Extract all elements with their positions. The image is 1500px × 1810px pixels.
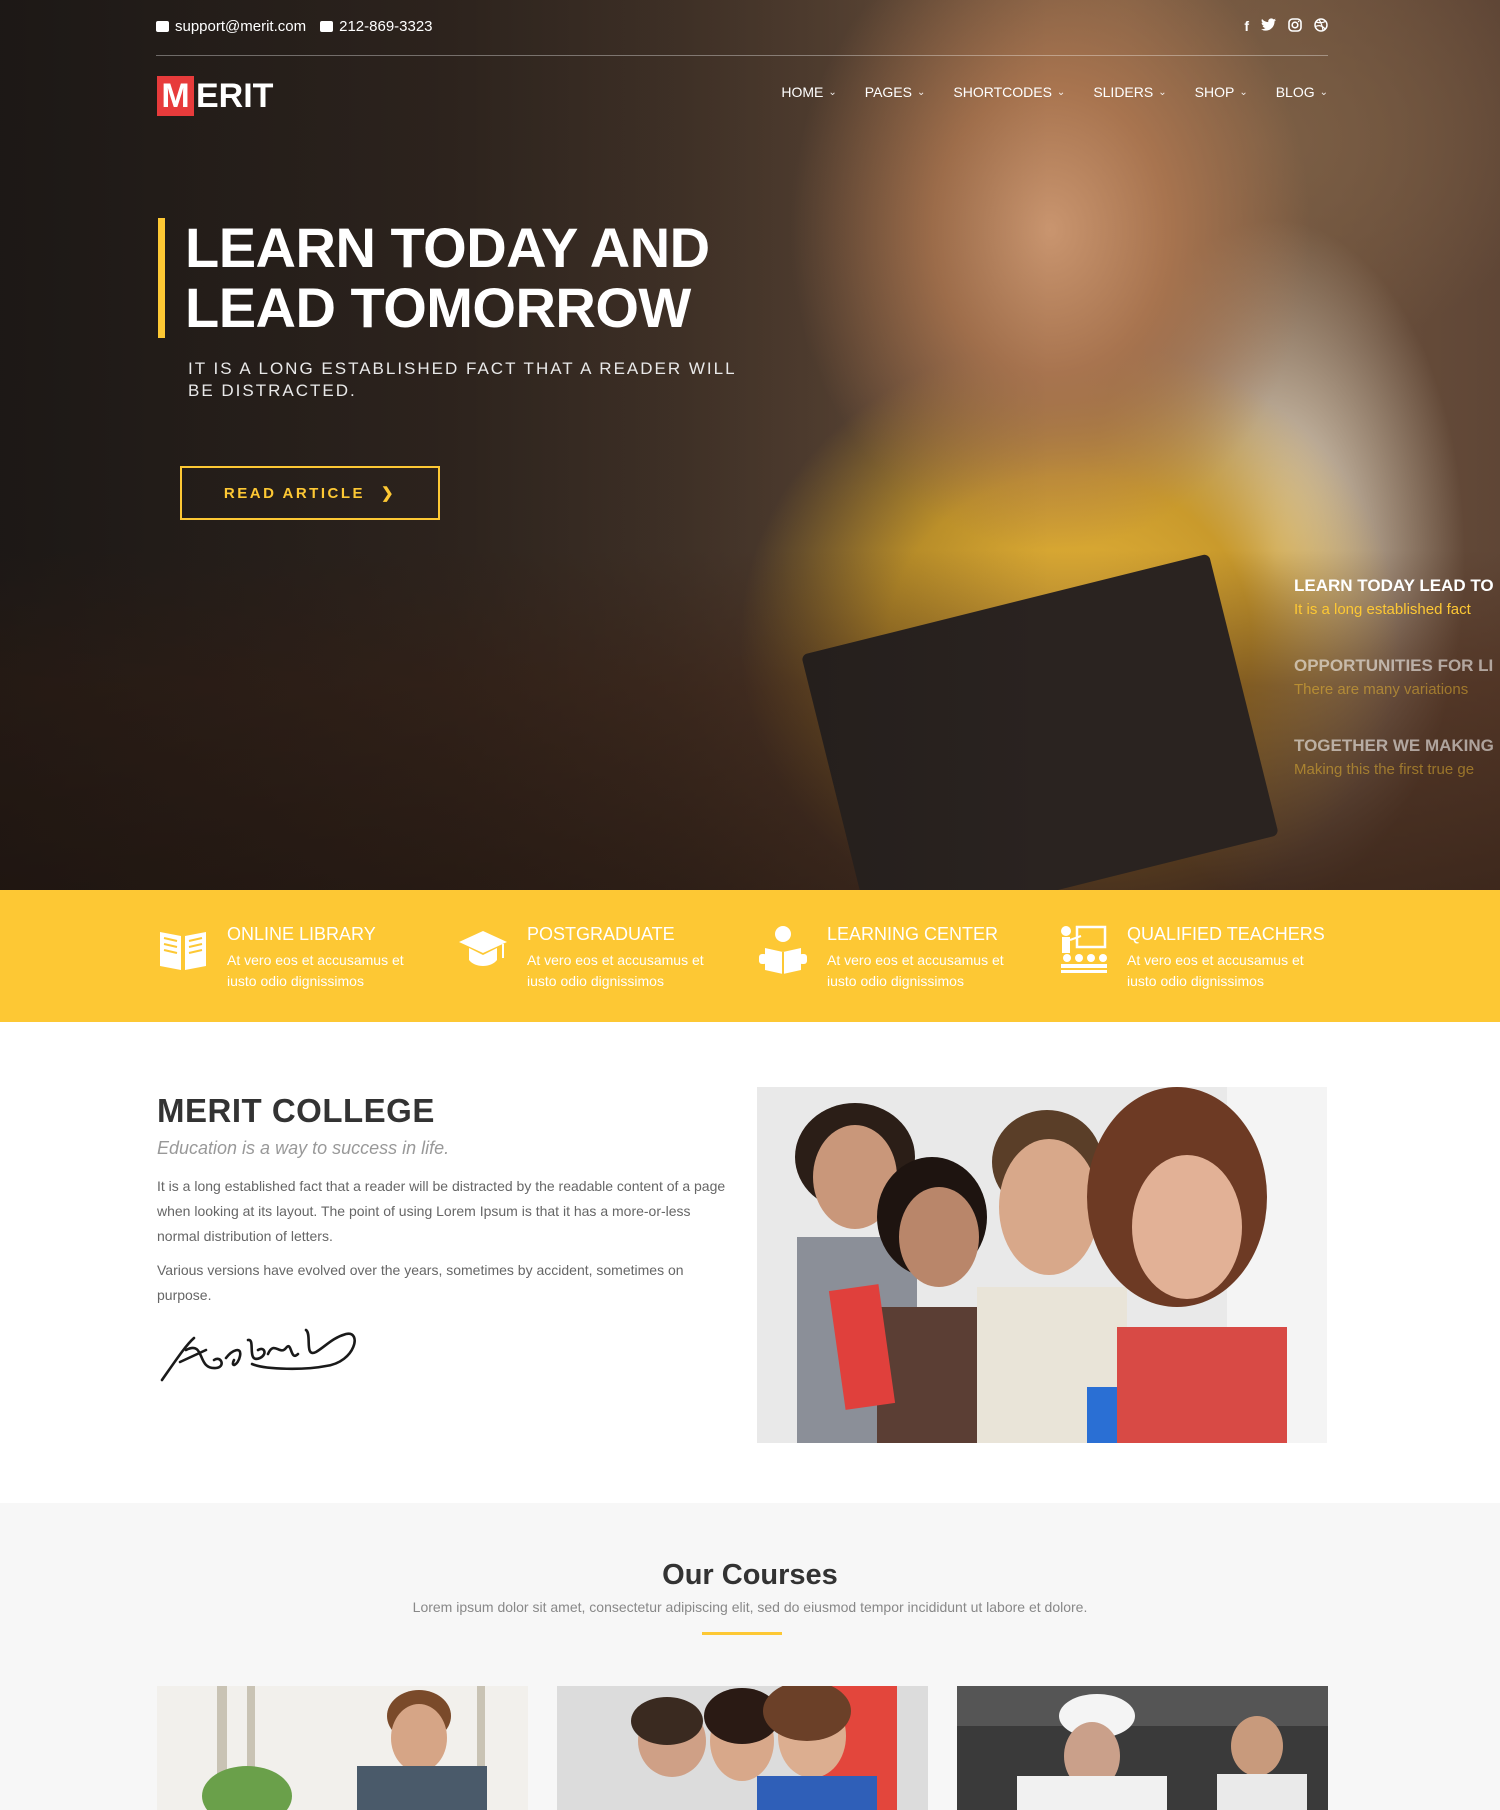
courses-subtitle: Lorem ipsum dolor sit amet, consectetur … (412, 1599, 1088, 1615)
students-photo-art (757, 1087, 1327, 1443)
courses-title: Our Courses (662, 1559, 838, 1591)
nav-home[interactable]: HOME ⌄ (781, 84, 836, 100)
slider-thumbnails: LEARN TODAY LEAD TO It is a long establi… (1294, 576, 1500, 816)
facebook-icon[interactable]: f (1244, 18, 1249, 35)
nav-blog-label: BLOG (1275, 84, 1315, 100)
course-card[interactable] (957, 1686, 1328, 1810)
slider-item-title: OPPORTUNITIES FOR LI (1294, 656, 1494, 675)
chevron-down-icon: ⌄ (1319, 86, 1328, 98)
course-image (957, 1686, 1328, 1810)
phone-icon (320, 21, 334, 32)
dribbble-icon[interactable] (1314, 18, 1328, 35)
nav-pages-label: PAGES (864, 84, 912, 100)
nav-shortcodes-label: SHORTCODES (953, 84, 1052, 100)
signature-image (160, 1328, 356, 1382)
graduation-cap-icon (459, 931, 507, 966)
logo-text: ERIT (196, 76, 274, 115)
twitter-icon[interactable] (1261, 18, 1276, 35)
feature-learning-center[interactable]: LEARNING CENTER At vero eos et accusamus… (757, 924, 1042, 994)
email-contact[interactable]: support@merit.com (156, 18, 306, 35)
slider-item-title: LEARN TODAY LEAD TO (1294, 576, 1494, 595)
phone-contact[interactable]: 212-869-3323 (320, 18, 433, 35)
chevron-down-icon: ⌄ (916, 86, 926, 98)
course-image (157, 1686, 528, 1810)
nav-shop[interactable]: SHOP ⌄ (1195, 84, 1248, 100)
hero-overlay (0, 0, 1500, 890)
course-card[interactable] (157, 1686, 528, 1810)
course-image (557, 1686, 928, 1810)
envelope-icon (156, 21, 169, 32)
about-tagline: Education is a way to success in life. (157, 1138, 450, 1158)
about-title: MERIT COLLEGE (157, 1092, 435, 1129)
chevron-down-icon: ⌄ (1056, 86, 1066, 98)
section-divider (702, 1632, 782, 1635)
about-paragraph: It is a long established fact that a rea… (157, 1178, 726, 1244)
features-strip: ONLINE LIBRARY At vero eos et accusamus … (0, 890, 1500, 1022)
feature-title: QUALIFIED TEACHERS (1127, 924, 1325, 944)
chevron-down-icon: ⌄ (1239, 86, 1248, 98)
hero-headline-line2: LEAD TOMORROW (185, 276, 691, 339)
feature-desc: At vero eos et accusamus et iusto odio d… (1127, 952, 1304, 989)
hero-headline-line1: LEARN TODAY AND (185, 216, 710, 279)
slider-item-desc: There are many variations (1294, 681, 1469, 698)
about-paragraph: Various versions have evolved over the y… (157, 1262, 684, 1303)
slider-item-desc: It is a long established fact (1294, 601, 1471, 618)
slider-item[interactable]: OPPORTUNITIES FOR LI There are many vari… (1294, 656, 1500, 698)
phone-text: 212-869-3323 (339, 18, 433, 35)
read-article-label: READ ARTICLE (223, 484, 366, 502)
chevron-down-icon: ⌄ (1158, 86, 1167, 98)
feature-desc: At vero eos et accusamus et iusto odio d… (227, 952, 404, 989)
reader-icon (759, 926, 807, 974)
feature-postgraduate[interactable]: POSTGRADUATE At vero eos et accusamus et… (457, 924, 742, 994)
instagram-icon[interactable] (1288, 18, 1302, 35)
site-logo[interactable]: M ERIT (157, 76, 273, 116)
slider-item-desc: Making this the first true ge (1294, 761, 1475, 778)
nav-shop-label: SHOP (1194, 84, 1235, 100)
hero-headline: LEARN TODAY AND LEAD TOMORROW (158, 218, 710, 338)
feature-desc: At vero eos et accusamus et iusto odio d… (827, 952, 1004, 989)
courses-section: Our Courses Lorem ipsum dolor sit amet, … (0, 1503, 1500, 1810)
feature-title: POSTGRADUATE (527, 924, 675, 944)
nav-pages[interactable]: PAGES ⌄ (865, 84, 926, 100)
email-text: support@merit.com (175, 18, 307, 35)
social-links: f (1244, 18, 1328, 35)
feature-title: LEARNING CENTER (827, 924, 999, 944)
chevron-right-icon: ❯ (381, 485, 397, 502)
logo-initial: M (157, 76, 194, 116)
hero-subheading: IT IS A LONG ESTABLISHED FACT THAT A REA… (188, 359, 736, 400)
top-bar: support@merit.com 212-869-3323 f (156, 18, 1328, 56)
nav-sliders-label: SLIDERS (1093, 84, 1154, 100)
nav-sliders[interactable]: SLIDERS ⌄ (1093, 84, 1166, 100)
nav-shortcodes[interactable]: SHORTCODES ⌄ (953, 84, 1065, 100)
slider-item[interactable]: LEARN TODAY LEAD TO It is a long establi… (1294, 576, 1500, 618)
read-article-button[interactable]: READ ARTICLE ❯ (180, 466, 440, 520)
main-navigation: HOME ⌄ PAGES ⌄ SHORTCODES ⌄ SLIDERS ⌄ SHOP ⌄ … (753, 84, 1328, 100)
feature-title: ONLINE LIBRARY (227, 924, 376, 944)
students-photo (757, 1087, 1327, 1443)
book-icon (160, 932, 206, 970)
hero-banner: support@merit.com 212-869-3323 f M ERIT … (0, 0, 1500, 890)
nav-blog[interactable]: BLOG ⌄ (1276, 84, 1328, 100)
course-card[interactable] (557, 1686, 928, 1810)
slider-item[interactable]: TOGETHER WE MAKING Making this the first… (1294, 736, 1500, 778)
nav-home-label: HOME (781, 84, 824, 100)
feature-desc: At vero eos et accusamus et iusto odio d… (527, 952, 704, 989)
feature-qualified-teachers[interactable]: QUALIFIED TEACHERS At vero eos et accusa… (1057, 924, 1342, 994)
feature-online-library[interactable]: ONLINE LIBRARY At vero eos et accusamus … (157, 924, 442, 994)
teacher-icon (1061, 925, 1107, 973)
chevron-down-icon: ⌄ (828, 86, 837, 98)
slider-item-title: TOGETHER WE MAKING (1294, 736, 1494, 755)
